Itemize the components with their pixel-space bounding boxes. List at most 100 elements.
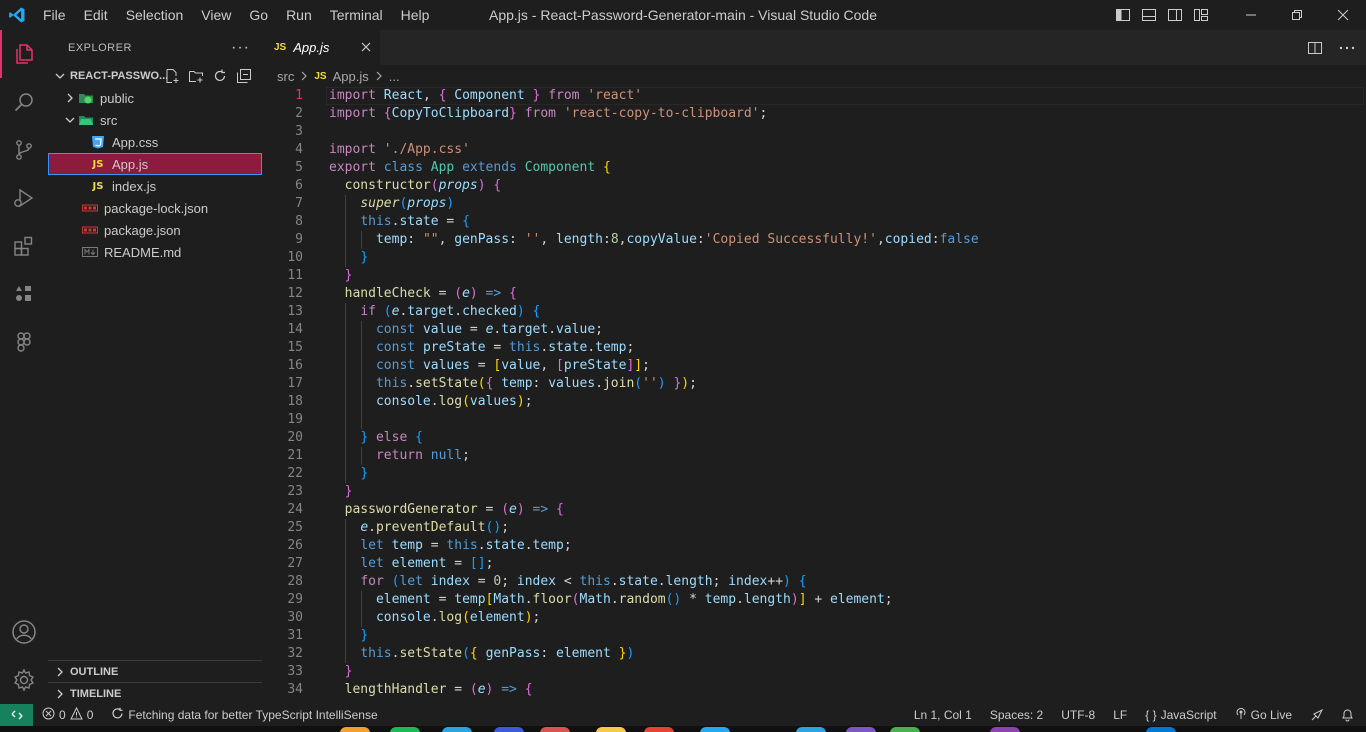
taskbar-app-icon[interactable] — [540, 727, 570, 732]
tree-file-index-js[interactable]: JS index.js — [48, 175, 262, 197]
tree-label: App.js — [112, 156, 149, 172]
more-editor-actions-icon[interactable] — [1336, 37, 1358, 59]
customize-layout-icon[interactable] — [1188, 0, 1214, 30]
taskbar-app-icon[interactable] — [340, 727, 370, 732]
toggle-secondary-sidebar-icon[interactable] — [1162, 0, 1188, 30]
line-number: 26 — [287, 538, 303, 553]
taskbar-app-icon[interactable] — [796, 727, 826, 732]
code-editor[interactable]: 1 import React, { Component } from 'react… — [262, 87, 1366, 704]
taskbar-app-icon[interactable] — [990, 727, 1020, 732]
restore-icon[interactable] — [1274, 0, 1320, 30]
tree-file-app-js[interactable]: JS App.js — [48, 153, 262, 175]
menu-selection[interactable]: Selection — [117, 0, 193, 30]
warning-icon — [69, 706, 83, 723]
npm-file-icon — [82, 200, 98, 216]
project-name: REACT-PASSWO... — [70, 70, 169, 82]
minimize-icon[interactable] — [1228, 0, 1274, 30]
js-file-icon: JS — [274, 42, 287, 53]
line-number: 21 — [287, 448, 303, 463]
menu-view[interactable]: View — [192, 0, 240, 30]
toggle-primary-sidebar-icon[interactable] — [1110, 0, 1136, 30]
breadcrumb-src[interactable]: src — [277, 69, 294, 84]
menu-help[interactable]: Help — [392, 0, 439, 30]
refresh-icon[interactable] — [210, 66, 230, 86]
language-mode[interactable]: { } JavaScript — [1136, 704, 1225, 726]
go-live-button[interactable]: Go Live — [1226, 704, 1301, 726]
taskbar-app-icon[interactable] — [596, 727, 626, 732]
activity-bar — [0, 30, 48, 704]
remote-indicator-icon[interactable] — [0, 704, 33, 726]
npm-file-icon — [82, 222, 98, 238]
status-bar: 0 0 Fetching data for better TypeScript … — [0, 704, 1366, 726]
js-file-icon: JS — [92, 180, 104, 192]
menu-file[interactable]: File — [34, 0, 75, 30]
indentation[interactable]: Spaces: 2 — [981, 704, 1052, 726]
breadcrumb-symbol[interactable]: ... — [389, 69, 400, 84]
search-icon[interactable] — [0, 78, 48, 126]
timeline-section-header[interactable]: TIMELINE — [48, 682, 262, 704]
explorer-icon[interactable] — [0, 30, 48, 78]
split-editor-icon[interactable] — [1304, 37, 1326, 59]
cursor-position[interactable]: Ln 1, Col 1 — [905, 704, 981, 726]
taskbar-app-icon[interactable] — [700, 727, 730, 732]
code-line: 34 lengthHandler = (e) => { — [262, 681, 1366, 699]
typescript-status[interactable]: Fetching data for better TypeScript Inte… — [106, 704, 382, 726]
new-folder-icon[interactable] — [186, 66, 206, 86]
outline-title: OUTLINE — [70, 665, 119, 678]
taskbar-app-icon[interactable] — [644, 727, 674, 732]
tree-folder-src[interactable]: src — [48, 109, 262, 131]
taskbar-app-icon[interactable] — [442, 727, 472, 732]
taskbar-app-icon[interactable] — [890, 727, 920, 732]
line-number: 25 — [287, 520, 303, 535]
line-number: 24 — [287, 502, 303, 517]
menu-terminal[interactable]: Terminal — [321, 0, 392, 30]
tree-folder-public[interactable]: public — [48, 87, 262, 109]
taskbar-app-icon[interactable] — [494, 727, 524, 732]
taskbar-app-icon[interactable] — [1146, 727, 1176, 732]
breadcrumb-file[interactable]: App.js — [333, 69, 369, 84]
tab-app-js[interactable]: JS App.js — [262, 30, 380, 65]
encoding[interactable]: UTF-8 — [1052, 704, 1104, 726]
feedback-icon[interactable] — [1301, 704, 1333, 726]
figma-icon[interactable] — [0, 318, 48, 366]
close-tab-icon[interactable] — [358, 39, 374, 55]
tree-file-package-lock-json[interactable]: package-lock.json — [48, 197, 262, 219]
close-window-icon[interactable] — [1320, 0, 1366, 30]
tree-file-app-css[interactable]: App.css — [48, 131, 262, 153]
menu-bar: File Edit Selection View Go Run Terminal… — [34, 0, 438, 30]
problems-indicator[interactable]: 0 0 — [37, 704, 98, 726]
tree-file-readme-md[interactable]: README.md — [48, 241, 262, 263]
markdown-file-icon — [82, 244, 98, 260]
chevron-right-icon — [52, 664, 68, 680]
accounts-icon[interactable] — [0, 608, 48, 656]
menu-run[interactable]: Run — [277, 0, 321, 30]
menu-edit[interactable]: Edit — [75, 0, 117, 30]
taskbar-app-icon[interactable] — [390, 727, 420, 732]
end-of-line[interactable]: LF — [1104, 704, 1136, 726]
code-line: 28 for (let index = 0; index < this.stat… — [262, 573, 1366, 591]
tree-file-package-json[interactable]: package.json — [48, 219, 262, 241]
more-actions-button[interactable]: ··· — [231, 39, 250, 57]
line-number: 27 — [287, 556, 303, 571]
outline-section-header[interactable]: OUTLINE — [48, 660, 262, 682]
remote-explorer-icon[interactable] — [0, 270, 48, 318]
run-debug-icon[interactable] — [0, 174, 48, 222]
menu-go[interactable]: Go — [240, 0, 277, 30]
breadcrumb: src JS App.js ... — [262, 65, 1366, 87]
code-line: 5 export class App extends Component { — [262, 159, 1366, 177]
taskbar-app-icon[interactable] — [846, 727, 876, 732]
source-control-icon[interactable] — [0, 126, 48, 174]
js-file-icon: JS — [92, 158, 104, 170]
collapse-all-icon[interactable] — [234, 66, 254, 86]
extensions-icon[interactable] — [0, 222, 48, 270]
chevron-down-icon — [52, 68, 68, 84]
line-number: 33 — [287, 664, 303, 679]
warning-count: 0 — [86, 708, 94, 722]
manage-gear-icon[interactable] — [0, 656, 48, 704]
notifications-bell-icon[interactable] — [1333, 704, 1366, 726]
toggle-panel-icon[interactable] — [1136, 0, 1162, 30]
explorer-sidebar: EXPLORER ··· REACT-PASSWO... public src … — [48, 30, 262, 704]
project-section-header[interactable]: REACT-PASSWO... — [48, 65, 262, 87]
code-line: 8 this.state = { — [262, 213, 1366, 231]
new-file-icon[interactable] — [162, 66, 182, 86]
